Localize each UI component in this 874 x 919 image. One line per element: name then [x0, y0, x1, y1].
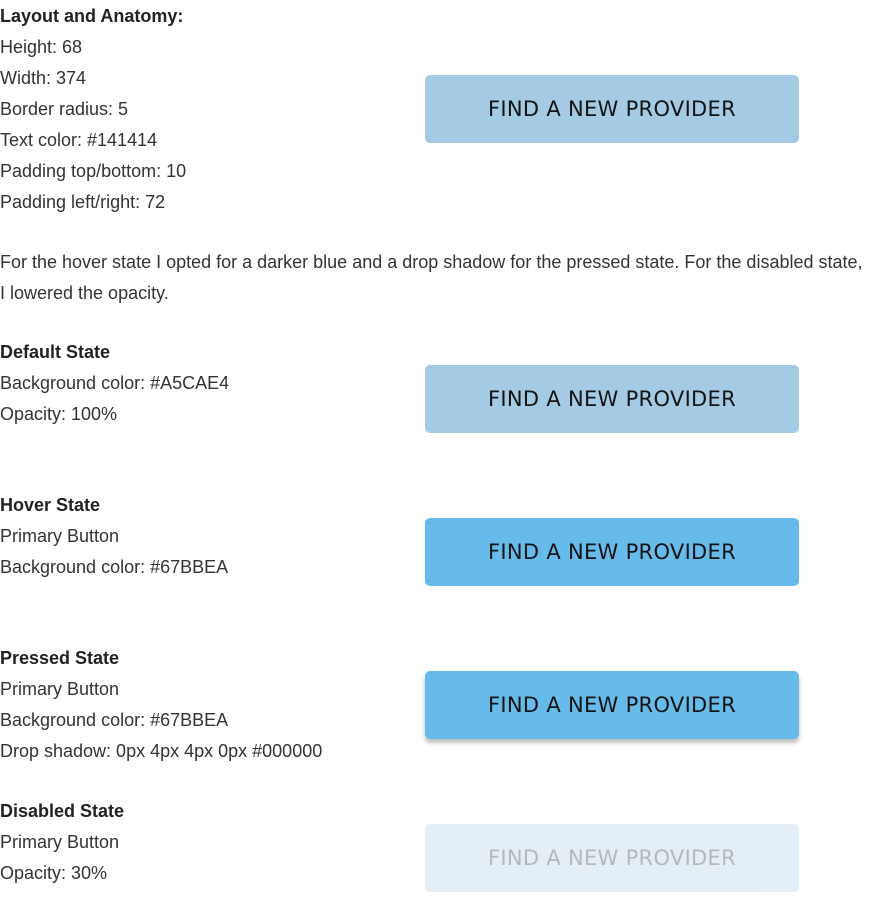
default-state-button[interactable]: FIND A NEW PROVIDER [425, 365, 799, 433]
default-state-bg: Background color: #A5CAE4 [0, 373, 230, 393]
state-description: For the hover state I opted for a darker… [0, 252, 863, 303]
disabled-state-type: Primary Button [0, 832, 120, 852]
pressed-state-button[interactable]: FIND A NEW PROVIDER [425, 671, 799, 739]
layout-padding-horizontal: Padding left/right: 72 [0, 192, 166, 212]
layout-example-button[interactable]: FIND A NEW PROVIDER [425, 75, 799, 143]
layout-heading: Layout and Anatomy: [0, 6, 184, 26]
pressed-state-shadow: Drop shadow: 0px 4px 4px 0px #000000 [0, 741, 323, 761]
disabled-state-heading: Disabled State [0, 801, 125, 821]
hover-state-button[interactable]: FIND A NEW PROVIDER [425, 518, 799, 586]
default-state-heading: Default State [0, 342, 111, 362]
disabled-state-opacity: Opacity: 30% [0, 863, 108, 883]
default-state-opacity: Opacity: 100% [0, 404, 118, 424]
layout-text-color: Text color: #141414 [0, 130, 158, 150]
pressed-state-type: Primary Button [0, 679, 120, 699]
layout-border-radius: Border radius: 5 [0, 99, 129, 119]
pressed-state-bg: Background color: #67BBEA [0, 710, 229, 730]
pressed-state-heading: Pressed State [0, 648, 120, 668]
hover-state-bg: Background color: #67BBEA [0, 557, 229, 577]
disabled-state-button: FIND A NEW PROVIDER [425, 824, 799, 892]
hover-state-heading: Hover State [0, 495, 101, 515]
layout-width: Width: 374 [0, 68, 87, 88]
hover-state-type: Primary Button [0, 526, 120, 546]
layout-padding-vertical: Padding top/bottom: 10 [0, 161, 187, 181]
layout-height: Height: 68 [0, 37, 83, 57]
